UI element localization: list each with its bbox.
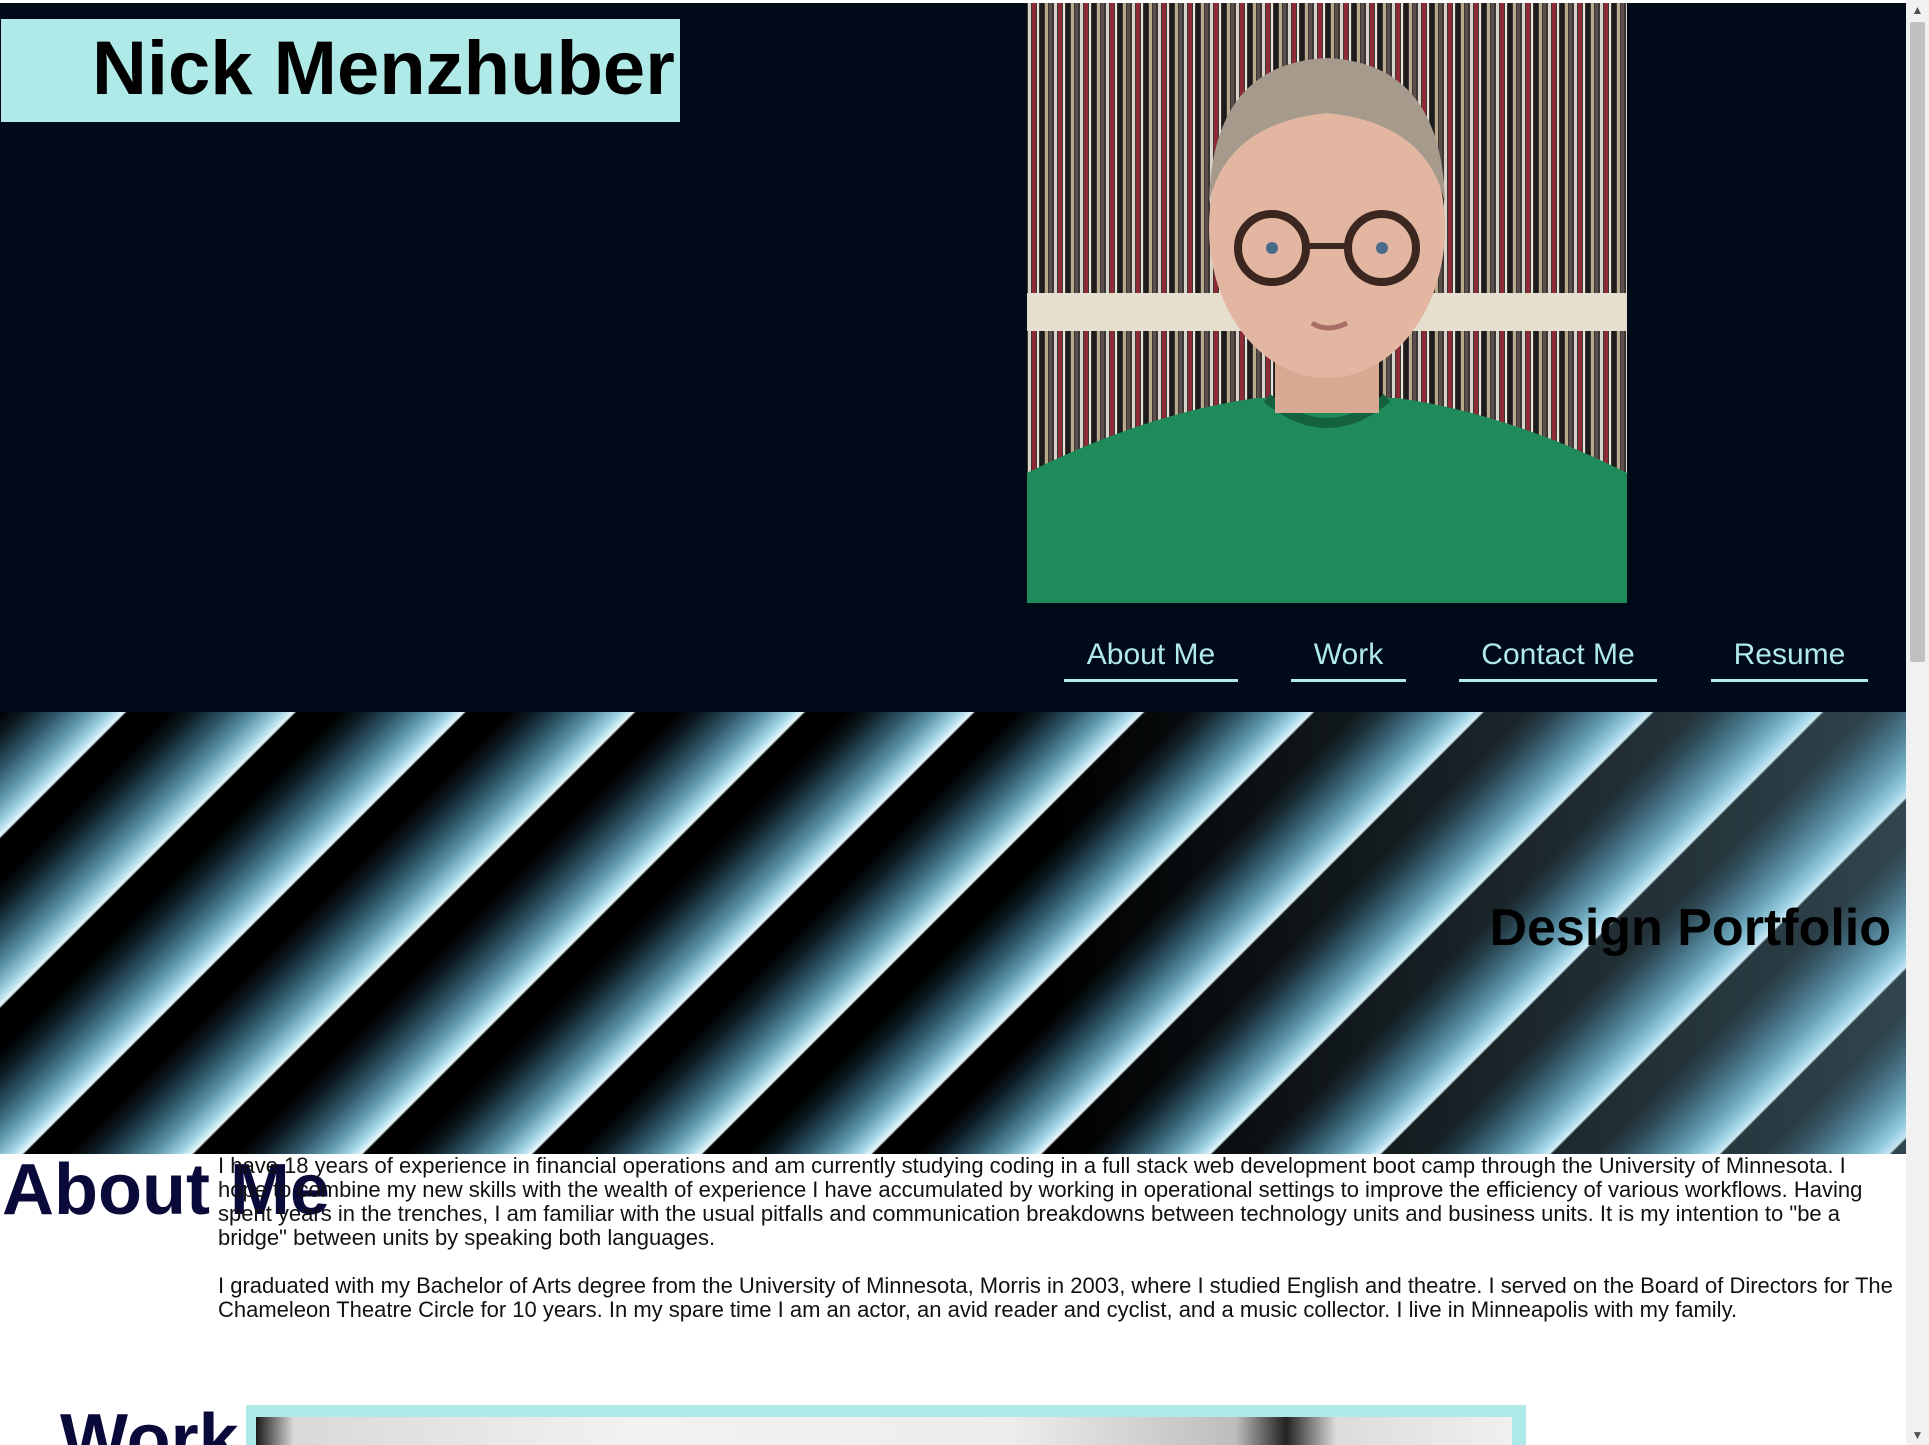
nav-resume[interactable]: Resume [1711,635,1868,682]
site-title: Nick Menzhuber [92,26,675,111]
vertical-scrollbar[interactable]: ▲ ▼ [1906,0,1929,1445]
banner-title: Design Portfolio [1489,899,1891,957]
site-header: Nick Menzhuber About Me Work Contact Me … [0,3,1906,712]
work-heading: Work [60,1400,239,1445]
about-paragraph: I have 18 years of experience in financi… [218,1153,1863,1250]
scroll-up-arrow-icon[interactable]: ▲ [1906,0,1929,20]
about-paragraph: I graduated with my Bachelor of Arts deg… [218,1273,1893,1322]
scroll-down-arrow-icon[interactable]: ▼ [1906,1425,1929,1445]
title-box: Nick Menzhuber [1,19,680,122]
about-text: I have 18 years of experience in financi… [218,1154,1900,1346]
nav-about-me[interactable]: About Me [1064,635,1238,682]
main-nav: About Me Work Contact Me Resume [0,635,1906,683]
work-project-image[interactable] [256,1417,1512,1445]
nav-contact-me[interactable]: Contact Me [1459,635,1657,682]
profile-photo [1027,3,1627,603]
hero-banner: Design Portfolio [0,712,1906,1154]
page: Nick Menzhuber About Me Work Contact Me … [0,0,1906,1445]
nav-work[interactable]: Work [1291,635,1406,682]
work-project-card[interactable] [246,1405,1526,1445]
scrollbar-thumb[interactable] [1910,22,1925,662]
